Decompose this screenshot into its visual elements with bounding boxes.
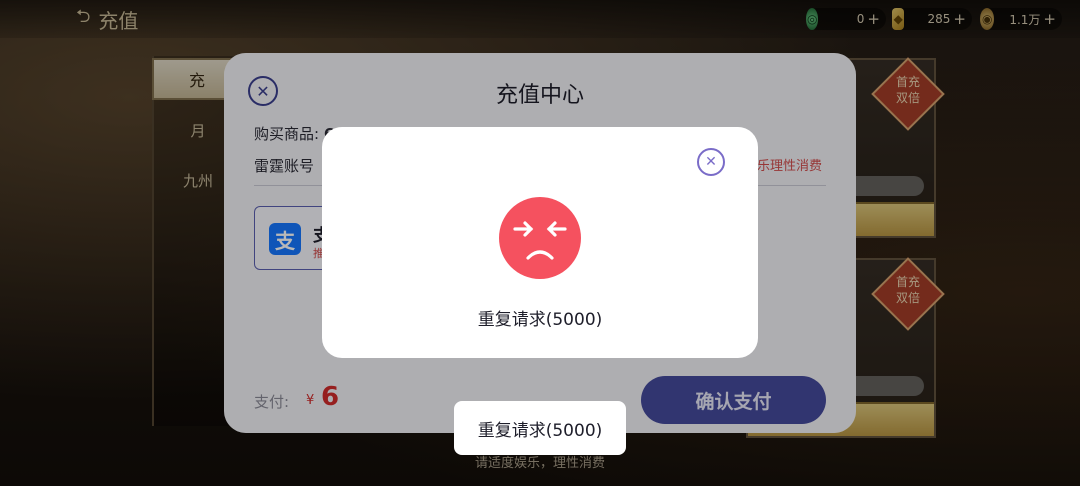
sad-face-icon xyxy=(499,197,581,279)
close-icon[interactable]: ✕ xyxy=(697,148,725,176)
error-message: 重复请求(5000) xyxy=(477,310,603,330)
error-dialog: ✕ 重复请求(5000) xyxy=(322,127,758,358)
toast-message: 重复请求(5000) xyxy=(454,401,626,455)
